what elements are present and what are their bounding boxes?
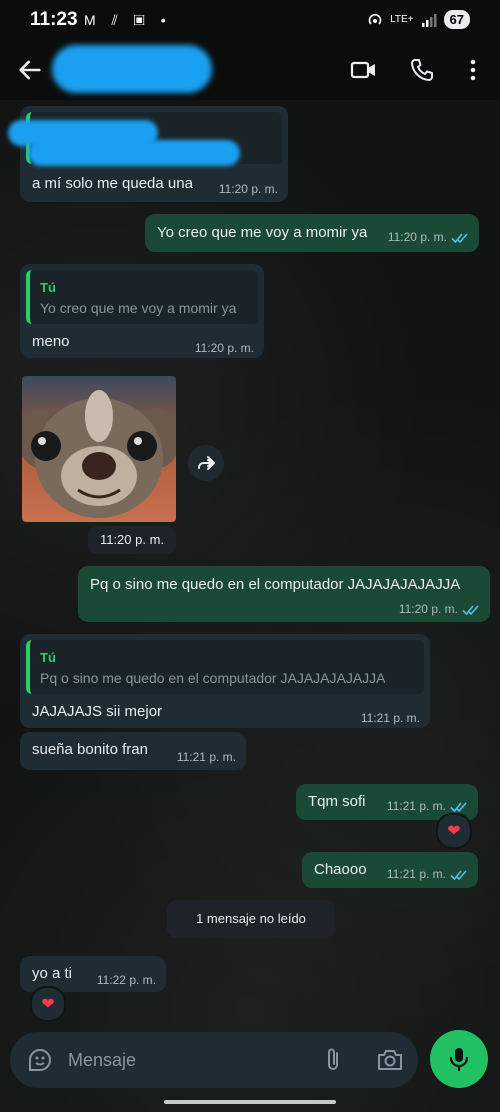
back-arrow-icon[interactable] (16, 56, 44, 84)
message-outgoing[interactable]: Yo creo que me voy a momir ya 11:20 p. m… (145, 214, 479, 252)
chat-header (0, 40, 500, 100)
message-incoming[interactable]: Tú a mí solo me queda una 11:20 p. m. (8, 106, 288, 202)
quoted-message[interactable]: Tú Yo creo que me voy a momir ya (26, 270, 258, 324)
read-ticks-icon (450, 869, 467, 880)
message-meta: 11:20 p. m. (399, 600, 480, 619)
more-vert-icon[interactable] (459, 56, 487, 84)
message-input[interactable]: Mensaje (68, 1050, 136, 1071)
network-type: LTE+ (390, 14, 414, 25)
redaction-mark (28, 140, 240, 166)
quote-author: Tú (40, 650, 56, 665)
message-incoming[interactable]: Tú Yo creo que me voy a momir ya meno 11… (20, 264, 264, 358)
heart-icon: ❤ (41, 996, 55, 1013)
message-text: meno (32, 333, 70, 350)
camera-icon[interactable] (376, 1046, 404, 1074)
message-time: 11:20 p. m. (398, 602, 458, 616)
status-time: 11:23 (30, 9, 78, 30)
message-time: 11:20 p. m. (194, 341, 254, 355)
message-time: 11:22 p. m. (96, 973, 156, 987)
heart-reaction[interactable]: ❤ (30, 986, 66, 1022)
message-time: 11:21 p. m. (360, 711, 420, 725)
sticker-image[interactable] (22, 376, 176, 522)
heart-icon: ❤ (447, 823, 461, 840)
message-time: 11:20 p. m. (387, 230, 447, 244)
hotspot-icon (368, 13, 382, 25)
voice-message-button[interactable] (430, 1030, 488, 1088)
message-time: 11:21 p. m. (386, 867, 446, 881)
message-outgoing[interactable]: Chaooo 11:21 p. m. (302, 852, 478, 888)
video-call-icon[interactable] (350, 56, 378, 84)
sticker-time: 11:20 p. m. (88, 526, 176, 554)
heart-reaction[interactable]: ❤ (436, 813, 472, 849)
message-text: yo a ti (32, 965, 73, 982)
battery-level: 67 (443, 10, 470, 29)
microphone-icon (449, 1048, 469, 1072)
message-text: Chaooo (314, 861, 367, 878)
quote-text: Yo creo que me voy a momir ya (40, 300, 237, 316)
attach-icon[interactable] (320, 1046, 346, 1074)
status-bar: 11:23 M ⫽ ▣ • LTE+ 67 (0, 0, 500, 40)
forward-button[interactable] (188, 445, 224, 481)
notification-icons: M ⫽ ▣ • (84, 12, 172, 28)
message-composer[interactable]: Mensaje (10, 1032, 418, 1088)
read-ticks-icon (450, 801, 467, 812)
phone-icon[interactable] (408, 56, 436, 84)
message-time: 11:21 p. m. (176, 750, 236, 764)
message-text: Pq o sino me quedo en el computador JAJA… (90, 576, 461, 593)
message-incoming[interactable]: Tú Pq o sino me quedo en el computador J… (20, 634, 430, 728)
home-indicator (164, 1100, 336, 1104)
sticker-icon[interactable] (26, 1046, 54, 1074)
forward-icon (198, 456, 215, 470)
quote-text: Pq o sino me quedo en el computador JAJA… (40, 670, 386, 686)
message-meta: 11:21 p. m. (387, 865, 468, 884)
read-ticks-icon (451, 232, 468, 243)
message-time: 11:21 p. m. (386, 799, 446, 813)
quote-author: Tú (40, 280, 56, 295)
status-right-icons: LTE+ 67 (367, 10, 470, 29)
message-outgoing[interactable]: Pq o sino me quedo en el computador JAJA… (78, 566, 490, 622)
message-incoming[interactable]: sueña bonito fran 11:21 p. m. (20, 732, 246, 770)
read-ticks-icon (462, 604, 479, 615)
message-meta: 11:20 p. m. (388, 228, 469, 247)
quoted-message[interactable]: Tú Pq o sino me quedo en el computador J… (26, 640, 424, 694)
unread-divider: 1 mensaje no leído (167, 900, 335, 938)
message-text: a mí solo me queda una (32, 175, 193, 192)
signal-icon (421, 13, 437, 27)
contact-name-redacted[interactable] (52, 45, 212, 93)
message-text: JAJAJAJS sii mejor (32, 703, 163, 720)
message-text: Tqm sofi (308, 793, 366, 810)
message-text: Yo creo que me voy a momir ya (157, 224, 368, 241)
message-time: 11:20 p. m. (218, 182, 278, 196)
message-text: sueña bonito fran (32, 741, 148, 758)
